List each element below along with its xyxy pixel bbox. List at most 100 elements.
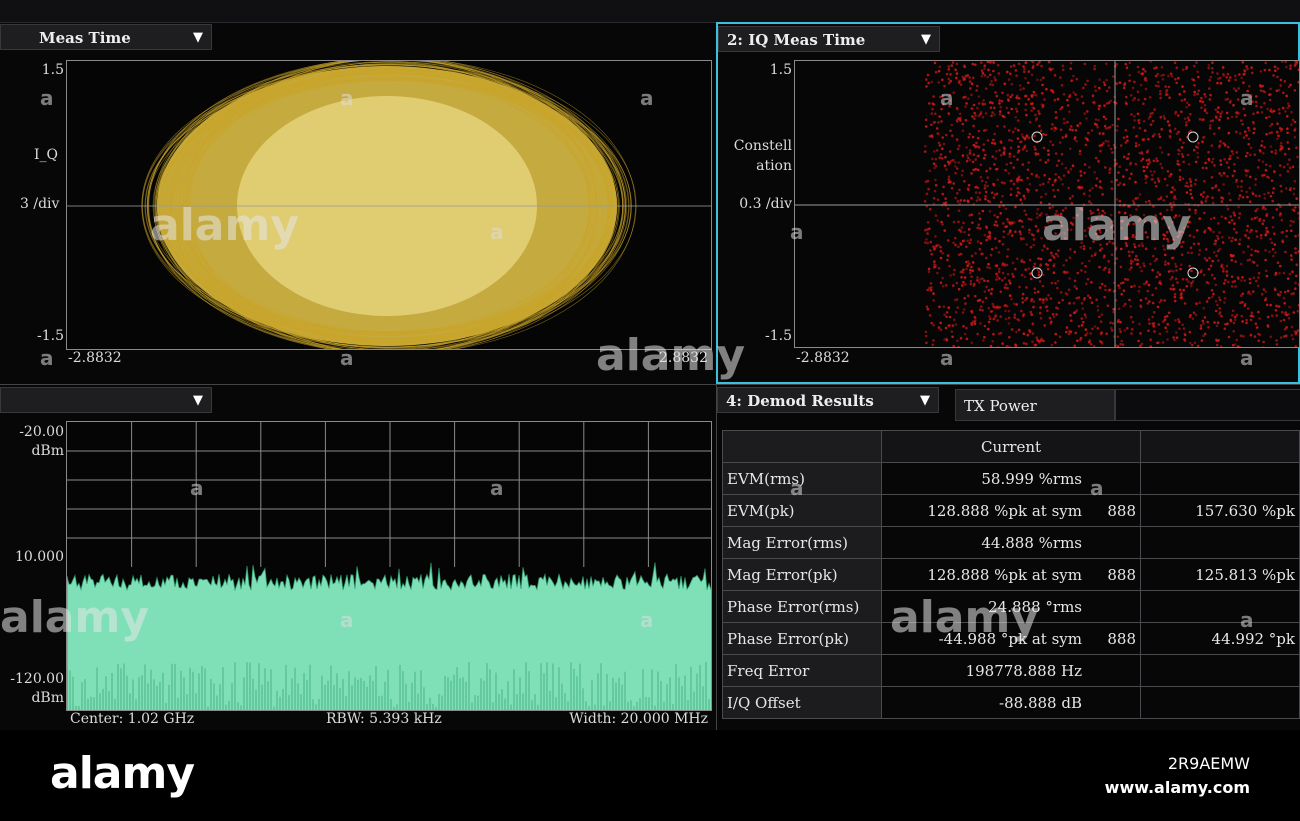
row-current-value: -88.888 dB xyxy=(999,693,1082,712)
spectrum-ref-unit: dBm xyxy=(31,443,64,459)
tx-power-tab-label: TX Power xyxy=(964,397,1037,415)
spectrum-bottom-value: -120.00 xyxy=(10,671,64,687)
row-current: 198778.888 Hz xyxy=(881,654,1141,687)
spectrum-center: Center: 1.02 GHz xyxy=(70,711,195,727)
row-peak: 44.992 °pk xyxy=(1140,622,1300,655)
watermark-text: alamy xyxy=(596,330,745,381)
row-current-value: 198778.888 Hz xyxy=(965,661,1082,680)
watermark-glyph: a xyxy=(1240,608,1254,632)
row-symbol: 888 xyxy=(1107,629,1136,648)
constellation-y-scale: 0.3 /div xyxy=(739,196,792,212)
watermark-text: alamy xyxy=(890,592,1039,643)
row-label: Mag Error(rms) xyxy=(722,526,882,559)
demod-title-text: 4: Demod Results xyxy=(726,392,874,410)
watermark-glyph: a xyxy=(340,608,354,632)
table-row: I/Q Offset -88.888 dB xyxy=(722,686,1300,719)
row-current-value: 58.999 %rms xyxy=(981,469,1082,488)
table-header-row: Current xyxy=(722,430,1300,463)
watermark-glyph: a xyxy=(40,86,54,110)
watermark-glyph: a xyxy=(340,346,354,370)
constellation-panel-title[interactable]: 2: IQ Meas Time ▼ xyxy=(718,26,940,52)
watermark-text: alamy xyxy=(150,200,299,251)
row-peak xyxy=(1140,462,1300,495)
image-code: 2R9AEMW xyxy=(1167,754,1250,773)
watermark-glyph: a xyxy=(490,220,504,244)
row-current: 128.888 %pk at sym 888 xyxy=(881,558,1141,591)
row-current-value: 128.888 %pk at sym xyxy=(927,565,1082,584)
watermark-glyph: a xyxy=(790,220,804,244)
row-current: 44.888 %rms xyxy=(881,526,1141,559)
table-header-current: Current xyxy=(881,430,1141,463)
row-peak: 157.630 %pk xyxy=(1140,494,1300,527)
alamy-logo: alamy xyxy=(50,748,195,799)
dropdown-arrow-icon[interactable]: ▼ xyxy=(193,388,203,414)
dropdown-arrow-icon[interactable]: ▼ xyxy=(921,27,931,53)
row-peak xyxy=(1140,526,1300,559)
row-current-value: 128.888 %pk at sym xyxy=(927,501,1082,520)
watermark-glyph: a xyxy=(640,608,654,632)
dropdown-arrow-icon[interactable]: ▼ xyxy=(920,388,930,414)
site-url: www.alamy.com xyxy=(1104,778,1250,797)
table-row: Freq Error 198778.888 Hz xyxy=(722,654,1300,687)
row-current: -88.888 dB xyxy=(881,686,1141,719)
constellation-title-text: 2: IQ Meas Time xyxy=(727,31,866,49)
table-row: Mag Error(pk) 128.888 %pk at sym 888 125.81… xyxy=(722,558,1300,591)
demod-results-table: Current EVM(rms) 58.999 %rms EVM(pk) 128.88… xyxy=(722,430,1300,719)
constellation-y-trace-2: ation xyxy=(756,158,792,174)
demod-panel: 4: Demod Results ▼ TX Power Current EVM(… xyxy=(716,384,1300,730)
table-row: EVM(pk) 128.888 %pk at sym 888 157.630 %pk xyxy=(722,494,1300,527)
table-row: Mag Error(rms) 44.888 %rms xyxy=(722,526,1300,559)
row-peak: 125.813 %pk xyxy=(1140,558,1300,591)
constellation-x-left: -2.8832 xyxy=(796,350,850,366)
watermark-text: alamy xyxy=(1042,200,1191,251)
tx-power-value-box xyxy=(1115,389,1300,421)
watermark-glyph: a xyxy=(940,86,954,110)
spectrum-panel: ▼ -20.00 dBm 10.000 -120.00 dBm Center: … xyxy=(0,384,716,731)
watermark-glyph: a xyxy=(1240,346,1254,370)
row-label: Phase Error(pk) xyxy=(722,622,882,655)
tx-power-tab[interactable]: TX Power xyxy=(955,389,1115,421)
row-symbol: 888 xyxy=(1107,565,1136,584)
spectrum-rbw: RBW: 5.393 kHz xyxy=(326,711,442,727)
spectrum-ref-value: -20.00 xyxy=(19,424,64,440)
spectrum-bottom-unit: dBm xyxy=(31,690,64,706)
dropdown-arrow-icon[interactable]: ▼ xyxy=(193,25,203,51)
watermark-glyph: a xyxy=(1240,86,1254,110)
watermark-glyph: a xyxy=(940,346,954,370)
row-label: Mag Error(pk) xyxy=(722,558,882,591)
watermark-glyph: a xyxy=(1090,476,1104,500)
watermark-glyph: a xyxy=(490,476,504,500)
row-peak xyxy=(1140,590,1300,623)
constellation-y-top: 1.5 xyxy=(769,62,792,78)
iq-time-y-bottom: -1.5 xyxy=(37,328,64,344)
spectrum-width: Width: 20.000 MHz xyxy=(569,711,708,727)
row-label: I/Q Offset xyxy=(722,686,882,719)
analyzer-screen: Meas Time ▼ 1.5 I_Q 3 /div -1.5 -2.8832 … xyxy=(0,0,1300,730)
row-label: Freq Error xyxy=(722,654,882,687)
table-header-blank xyxy=(722,430,882,463)
spectrum-panel-title[interactable]: ▼ xyxy=(0,387,212,413)
watermark-glyph: a xyxy=(640,86,654,110)
watermark-glyph: a xyxy=(40,346,54,370)
row-symbol: 888 xyxy=(1107,501,1136,520)
table-header-peak xyxy=(1140,430,1300,463)
constellation-y-trace-1: Constell xyxy=(733,138,792,154)
watermark-glyph: a xyxy=(190,476,204,500)
row-current-value: 44.888 %rms xyxy=(981,533,1082,552)
iq-time-y-top: 1.5 xyxy=(41,62,64,78)
table-row: EVM(rms) 58.999 %rms xyxy=(722,462,1300,495)
iq-time-x-left: -2.8832 xyxy=(68,350,122,366)
spectrum-trace xyxy=(67,422,711,710)
iq-time-title-text: Meas Time xyxy=(39,29,131,47)
row-label: Phase Error(rms) xyxy=(722,590,882,623)
spectrum-mid-value: 10.000 xyxy=(15,549,64,565)
stock-footer: alamy 2R9AEMW www.alamy.com xyxy=(0,730,1300,821)
iq-time-y-scale: 3 /div xyxy=(20,196,60,212)
demod-panel-title[interactable]: 4: Demod Results ▼ xyxy=(717,387,939,413)
watermark-glyph: a xyxy=(790,476,804,500)
spectrum-plot xyxy=(66,421,712,711)
watermark-glyph: a xyxy=(340,86,354,110)
iq-time-panel-title[interactable]: Meas Time ▼ xyxy=(0,24,212,50)
constellation-panel: 2: IQ Meas Time ▼ 1.5 Constell ation 0.3… xyxy=(716,22,1300,384)
row-peak xyxy=(1140,654,1300,687)
